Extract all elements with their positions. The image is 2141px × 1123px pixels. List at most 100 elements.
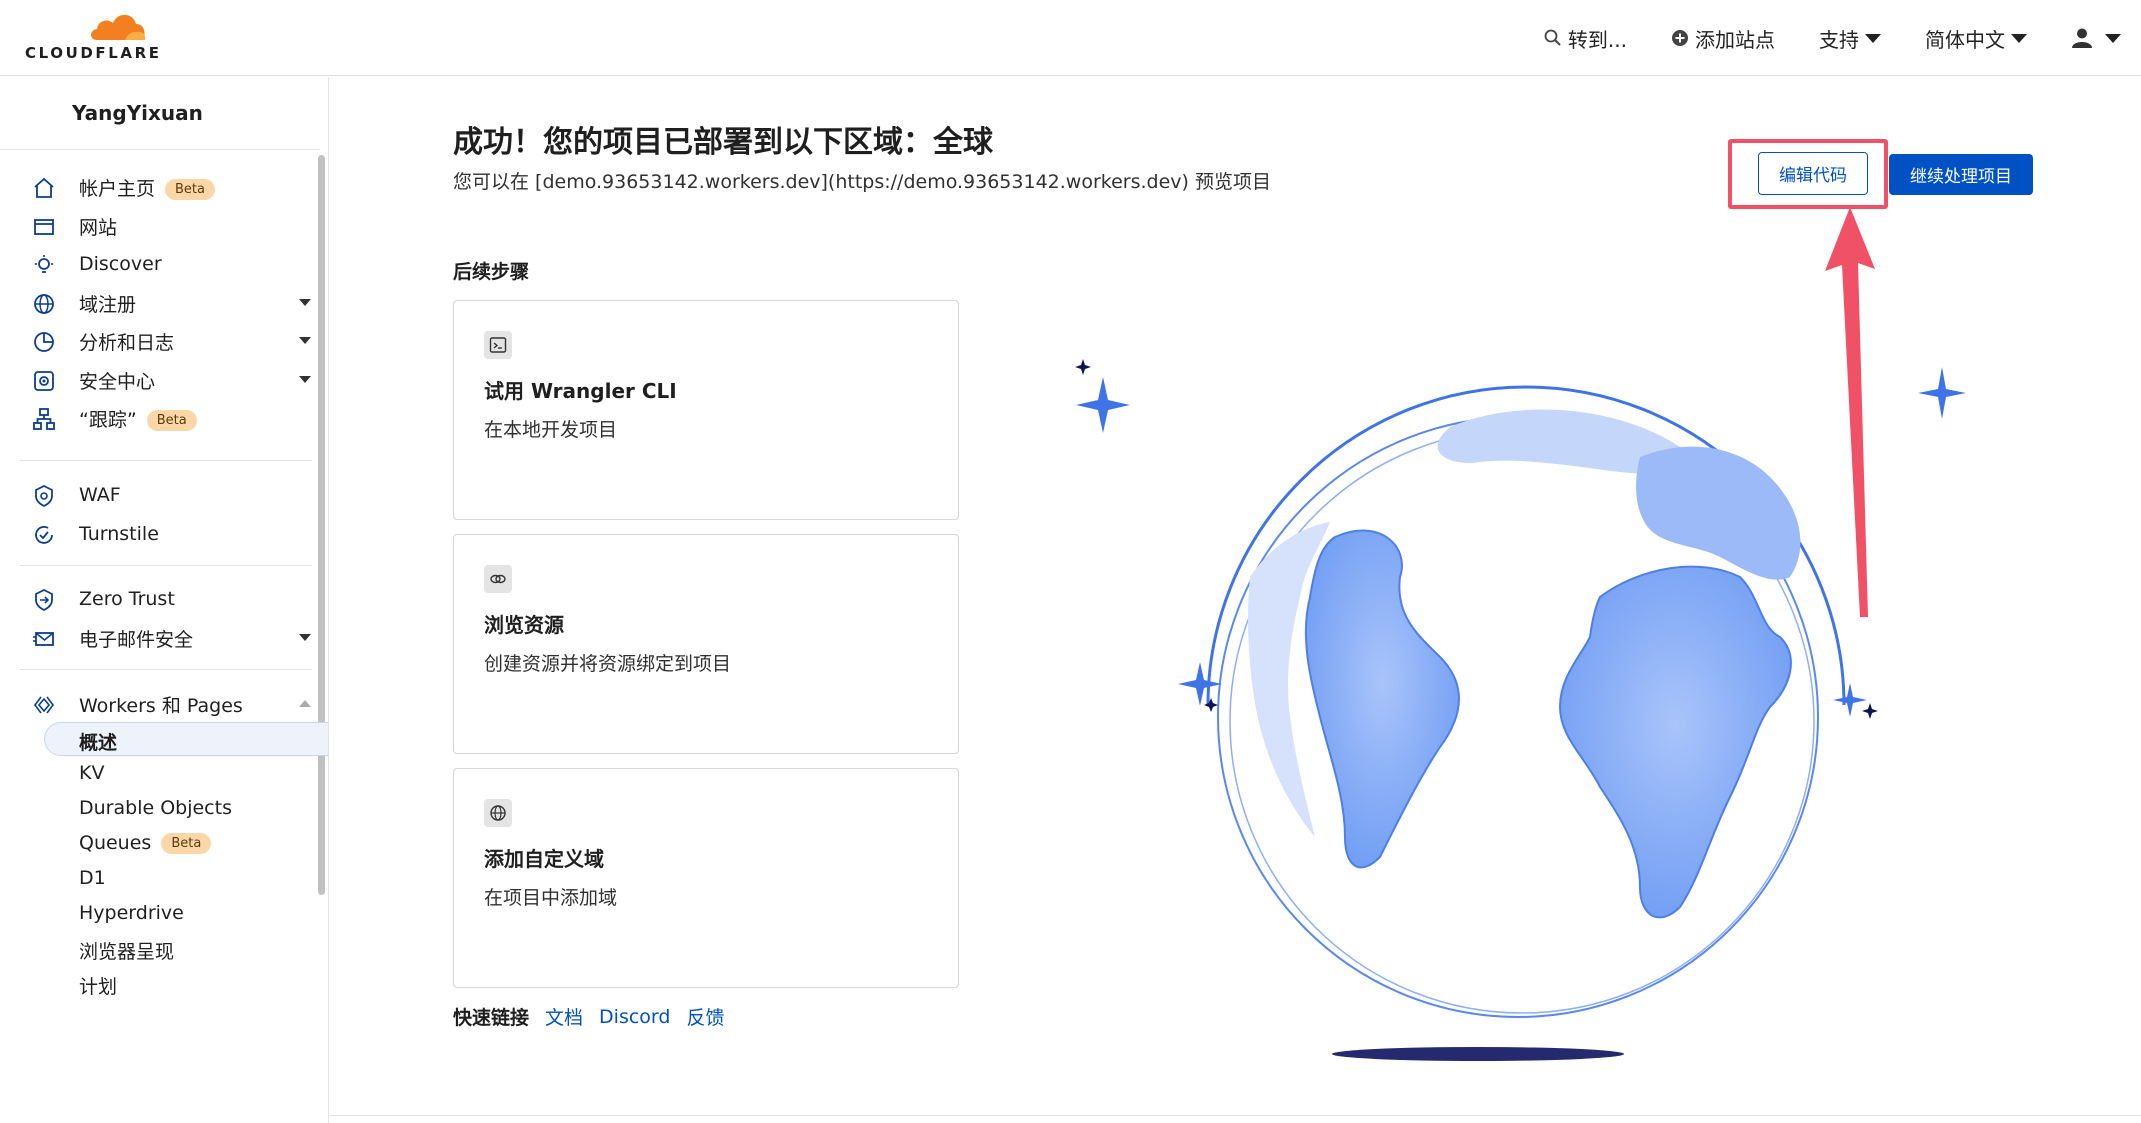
support-label: 支持 (1819, 27, 1859, 52)
zero-trust-icon (35, 588, 53, 612)
page-title: 成功！您的项目已部署到以下区域：全球 (453, 125, 993, 160)
search-icon (1544, 29, 1561, 46)
search-goto-button[interactable]: 转到... (1544, 24, 1627, 53)
card-description: 创建资源并将资源绑定到项目 (484, 653, 732, 675)
card-title: 试用 Wrangler CLI (484, 379, 677, 403)
browser-window-icon (34, 219, 54, 235)
chevron-down-icon (299, 337, 311, 344)
account-name[interactable]: YangYixuan (0, 77, 320, 150)
main-content: 成功！您的项目已部署到以下区域：全球 您可以在 [demo.93653142.w… (330, 77, 2141, 1123)
globe-illustration (1075, 359, 1966, 1061)
sidebar-subitem-label: Hyperdrive (79, 902, 184, 924)
user-icon (2072, 28, 2092, 48)
sidebar-divider (20, 669, 312, 670)
sidebar-subitem-label: KV (79, 762, 105, 784)
docs-link[interactable]: 文档 (545, 1003, 583, 1030)
beta-badge: Beta (146, 409, 197, 431)
preview-url-text: 您可以在 [demo.93653142.workers.dev](https:/… (453, 171, 1271, 193)
quick-links-label: 快速链接 (453, 1007, 530, 1029)
sidebar-subitem-label: 浏览器呈现 (79, 941, 175, 963)
quick-links: 快速链接 文档 Discord 反馈 (453, 1003, 740, 1030)
terminal-icon (484, 331, 512, 359)
sidebar-item-label: 域注册 (79, 293, 137, 316)
card-description: 在项目中添加域 (484, 887, 618, 909)
email-icon (33, 632, 54, 646)
sidebar-divider (20, 565, 312, 566)
plus-circle-icon (1672, 30, 1688, 46)
sidebar-subitem-queues[interactable]: Queues Beta (0, 827, 318, 861)
sidebar-item-email-security[interactable]: 电子邮件安全 (0, 612, 318, 664)
sidebar-item-label: 帐户主页 (79, 177, 156, 200)
sidebar: YangYixuan 帐户主页 Beta 网站 Discover 域注册 分析和日… (0, 77, 329, 1123)
turnstile-icon (35, 526, 53, 544)
card-add-custom-domain[interactable]: 添加自定义域 在项目中添加域 (453, 768, 959, 988)
sidebar-item-label: WAF (79, 484, 121, 506)
sidebar-item-label: Discover (79, 253, 162, 275)
sidebar-item-label: 安全中心 (79, 370, 156, 393)
next-steps-heading: 后续步骤 (453, 261, 530, 283)
chevron-down-icon (2105, 33, 2121, 43)
sidebar-subitem-label: Durable Objects (79, 797, 232, 819)
pie-chart-icon (34, 332, 54, 352)
search-goto-label: 转到... (1567, 27, 1627, 52)
workers-icon (34, 696, 54, 714)
sidebar-item-label: “跟踪” (79, 408, 137, 431)
cloud-logo-icon (91, 14, 146, 41)
language-label: 简体中文 (1925, 27, 2005, 52)
sidebar-subitem-plans[interactable]: 计划 (0, 967, 318, 1001)
support-menu[interactable]: 支持 (1819, 24, 1881, 53)
sidebar-item-label: Workers 和 Pages (79, 694, 243, 717)
logo-wordmark: CLOUDFLARE (25, 44, 162, 62)
sidebar-subitem-kv[interactable]: KV (0, 757, 318, 791)
card-browse-resources[interactable]: 浏览资源 创建资源并将资源绑定到项目 (453, 534, 959, 754)
lightbulb-icon (35, 255, 53, 273)
sidebar-item-label: Turnstile (79, 523, 159, 545)
chevron-down-icon (2011, 33, 2027, 43)
sidebar-subitem-label: Queues (79, 832, 152, 854)
beta-badge: Beta (165, 178, 215, 200)
sidebar-item-label: 网站 (79, 216, 118, 239)
card-title: 添加自定义域 (484, 847, 604, 871)
chevron-down-icon (1865, 33, 1881, 43)
top-nav: 转到... 添加站点 支持 简体中文 (1500, 0, 2121, 76)
sidebar-item-label: 电子邮件安全 (79, 628, 194, 651)
sitemap-icon (33, 408, 55, 430)
feedback-link[interactable]: 反馈 (686, 1003, 724, 1030)
sidebar-item-turnstile[interactable]: Turnstile (0, 508, 318, 560)
sidebar-subitem-label: 概述 (79, 732, 118, 754)
sidebar-subitem-durable-objects[interactable]: Durable Objects (0, 792, 318, 826)
user-menu[interactable] (2071, 27, 2121, 49)
chevron-up-icon (299, 700, 311, 707)
sidebar-item-label: 分析和日志 (79, 331, 175, 354)
sidebar-subitem-label: D1 (79, 867, 106, 889)
add-site-button[interactable]: 添加站点 (1671, 24, 1775, 53)
discord-link[interactable]: Discord (599, 1006, 670, 1028)
sidebar-subitem-overview[interactable]: 概述 (44, 722, 328, 756)
edit-code-button[interactable]: 编辑代码 (1758, 152, 1868, 195)
continue-project-button[interactable]: 继续处理项目 (1889, 154, 2033, 195)
chevron-down-icon (299, 376, 311, 383)
globe-icon (484, 799, 512, 827)
link-icon (484, 565, 512, 593)
sidebar-subitem-d1[interactable]: D1 (0, 862, 318, 896)
chevron-down-icon (299, 634, 311, 641)
top-bar: CLOUDFLARE 转到... 添加站点 支持 简体中文 (0, 0, 2141, 76)
card-title: 浏览资源 (484, 613, 564, 637)
home-icon (34, 177, 54, 198)
waf-shield-icon (35, 484, 53, 508)
sidebar-scrollbar[interactable] (318, 155, 325, 895)
card-try-wrangler[interactable]: 试用 Wrangler CLI 在本地开发项目 (453, 300, 959, 520)
sidebar-divider (20, 460, 312, 461)
beta-badge: Beta (161, 833, 212, 854)
cloudflare-logo[interactable]: CLOUDFLARE (22, 10, 172, 66)
globe-icon (34, 294, 54, 314)
sidebar-item-trace[interactable]: “跟踪” Beta (0, 392, 318, 444)
page-divider (330, 1115, 2141, 1116)
chevron-down-icon (299, 299, 311, 306)
card-description: 在本地开发项目 (484, 419, 618, 441)
sidebar-item-label: Zero Trust (79, 588, 175, 610)
sidebar-subitem-hyperdrive[interactable]: Hyperdrive (0, 897, 318, 931)
sidebar-subitem-browser-rendering[interactable]: 浏览器呈现 (0, 932, 318, 966)
language-menu[interactable]: 简体中文 (1925, 24, 2027, 53)
sidebar-subitem-label: 计划 (79, 976, 118, 998)
